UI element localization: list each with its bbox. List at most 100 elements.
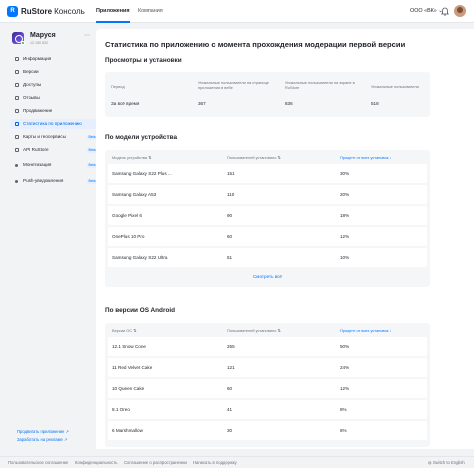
table-cell: 20% bbox=[340, 192, 350, 197]
sidebar-item-maps[interactable]: Карты и геосервисы Beta bbox=[10, 132, 97, 142]
table-row: Samsung Galaxy S22 Plus ... 151 30% bbox=[108, 164, 427, 183]
promo-icon bbox=[15, 109, 19, 113]
reviews-icon bbox=[15, 96, 19, 100]
table-cell: Samsung Galaxy S22 Ultra bbox=[112, 255, 168, 260]
sidebar-item-monetization[interactable]: Монетизация Beta bbox=[10, 160, 97, 170]
column-header-percent[interactable]: Процент от всех установок ↓ bbox=[340, 328, 391, 333]
column-header-model[interactable]: Модель устройства ⇅ bbox=[112, 155, 151, 160]
footer-link-distribution[interactable]: Соглашение о распространении bbox=[124, 460, 187, 466]
table-row: 12.1 Snow Cone 265 50% bbox=[108, 337, 427, 356]
sidebar-item-label: Версии bbox=[23, 69, 39, 74]
table-cell: Samsung Galaxy S22 Plus ... bbox=[112, 171, 172, 176]
table-cell: 12% bbox=[340, 234, 350, 239]
app-id: 12 150 832 bbox=[30, 41, 48, 45]
table-cell: 12.1 Snow Cone bbox=[112, 344, 146, 349]
table-cell: 518 bbox=[371, 101, 379, 106]
sidebar-item-reviews[interactable]: Отзывы bbox=[10, 93, 96, 103]
table-cell: Samsung Galaxy A53 bbox=[112, 192, 157, 197]
sidebar-item-label: API RuStore bbox=[23, 147, 49, 152]
map-icon bbox=[15, 135, 19, 139]
table-cell: 8% bbox=[340, 407, 347, 412]
table-row: OnePlus 10 Pro 60 12% bbox=[108, 227, 427, 246]
tab-company[interactable]: Компания bbox=[138, 8, 163, 15]
sidebar-item-stats[interactable]: Статистика по приложению bbox=[10, 119, 96, 129]
user-avatar[interactable] bbox=[454, 5, 466, 17]
organization-selector[interactable]: ООО «ВК» ⌄ bbox=[410, 8, 443, 15]
app-card[interactable]: Маруся 12 150 832 ⋯ bbox=[7, 29, 96, 51]
table-row: 11 Red Velvet Cake 121 24% bbox=[108, 358, 427, 377]
sidebar: Маруся 12 150 832 ⋯ Информация Версии До… bbox=[7, 29, 97, 448]
table-row: За всё время 367 836 518 bbox=[108, 94, 427, 113]
table-cell: 41 bbox=[227, 407, 233, 412]
sidebar-item-versions[interactable]: Версии bbox=[10, 67, 96, 77]
access-icon bbox=[15, 83, 19, 87]
brand-name: RuStore bbox=[21, 7, 53, 16]
table-row: Google Pixel 6 90 18% bbox=[108, 206, 427, 225]
table-cell: 60 bbox=[227, 386, 233, 391]
status-dot-icon bbox=[21, 41, 25, 45]
sidebar-item-label: Монетизация bbox=[23, 162, 52, 167]
views-table: Период Уникальные пользователи на страни… bbox=[105, 72, 430, 117]
footer-link-support[interactable]: Написать в поддержку bbox=[193, 460, 237, 466]
table-cell: 6 Marshmallow bbox=[112, 428, 143, 433]
android-section-title: По версии OS Android bbox=[105, 307, 176, 314]
table-cell: 90 bbox=[227, 213, 233, 218]
column-header-installs[interactable]: Пользователей установило ⇅ bbox=[227, 328, 281, 333]
promote-app-link[interactable]: Продвигать приложение ↗ bbox=[17, 429, 69, 434]
table-cell: 367 bbox=[198, 101, 206, 106]
table-cell: 8.1 Oreo bbox=[112, 407, 130, 412]
table-cell: За всё время bbox=[111, 101, 140, 106]
column-header-os[interactable]: Версии ОС ⇅ bbox=[112, 328, 136, 333]
sidebar-item-api[interactable]: API RuStore Beta bbox=[10, 145, 97, 155]
brand-title[interactable]: RuStore Консоль bbox=[21, 6, 85, 17]
sidebar-item-push[interactable]: Push-уведомления Beta bbox=[10, 176, 97, 186]
column-header: Уникальные пользователи bbox=[371, 84, 419, 89]
bell-icon[interactable] bbox=[441, 7, 449, 16]
show-all-link[interactable]: Смотреть всё bbox=[105, 274, 430, 280]
app-name: Маруся bbox=[30, 32, 56, 39]
sidebar-item-label: Статистика по приложению bbox=[23, 121, 82, 126]
table-cell: 11 Red Velvet Cake bbox=[112, 365, 153, 370]
push-icon bbox=[15, 179, 18, 183]
column-header-installs[interactable]: Пользователей установило ⇅ bbox=[227, 155, 281, 160]
tab-applications[interactable]: Приложения bbox=[96, 8, 130, 23]
main-content: Статистика по приложению с момента прохо… bbox=[96, 29, 474, 449]
table-row: 6 Marshmallow 30 6% bbox=[108, 421, 427, 440]
sidebar-item-access[interactable]: Доступы bbox=[10, 80, 96, 90]
earn-ads-link[interactable]: Заработать на рекламе ↗ bbox=[17, 437, 68, 442]
page-title: Статистика по приложению с момента прохо… bbox=[105, 40, 406, 49]
footer-link-privacy[interactable]: Конфиденциальность bbox=[75, 460, 117, 466]
language-switch[interactable]: ◍ Switch to English bbox=[428, 460, 465, 466]
language-switch-label: Switch to English bbox=[432, 459, 465, 465]
table-cell: 110 bbox=[227, 192, 235, 197]
versions-icon bbox=[15, 70, 19, 74]
column-header-percent[interactable]: Процент от всех установок ↓ bbox=[340, 155, 391, 160]
android-table: Версии ОС ⇅ Пользователей установило ⇅ П… bbox=[105, 323, 430, 447]
table-cell: 12% bbox=[340, 386, 350, 391]
sidebar-item-info[interactable]: Информация bbox=[10, 54, 96, 64]
info-icon bbox=[15, 57, 19, 61]
views-section-title: Просмотры и установки bbox=[105, 57, 182, 64]
sidebar-item-label: Информация bbox=[23, 56, 52, 61]
sidebar-item-label: Карты и геосервисы bbox=[23, 134, 66, 139]
table-cell: 151 bbox=[227, 171, 235, 176]
table-row: 8.1 Oreo 41 8% bbox=[108, 400, 427, 419]
sidebar-item-label: Push-уведомления bbox=[23, 178, 64, 183]
top-bar: R RuStore Консоль Приложения Компания ООО… bbox=[0, 0, 474, 23]
rustore-logo-icon[interactable]: R bbox=[7, 6, 18, 17]
model-section-title: По модели устройства bbox=[105, 134, 178, 141]
footer-link-terms[interactable]: Пользовательское соглашение bbox=[8, 460, 68, 466]
more-icon[interactable]: ⋯ bbox=[84, 33, 90, 39]
column-header: Уникальные пользователи на экране в RuSt… bbox=[285, 80, 355, 90]
table-row: 10 Queen Cake 60 12% bbox=[108, 379, 427, 398]
sidebar-item-label: Отзывы bbox=[23, 95, 40, 100]
table-cell: 24% bbox=[340, 365, 350, 370]
sidebar-item-promo[interactable]: Продвижение bbox=[10, 106, 96, 116]
sidebar-item-label: Продвижение bbox=[23, 108, 53, 113]
money-icon bbox=[15, 163, 18, 167]
table-cell: 30 bbox=[227, 428, 233, 433]
column-header: Период bbox=[111, 84, 125, 89]
stats-icon bbox=[15, 122, 19, 126]
table-cell: 6% bbox=[340, 428, 347, 433]
brand-subtitle: Консоль bbox=[54, 7, 85, 16]
